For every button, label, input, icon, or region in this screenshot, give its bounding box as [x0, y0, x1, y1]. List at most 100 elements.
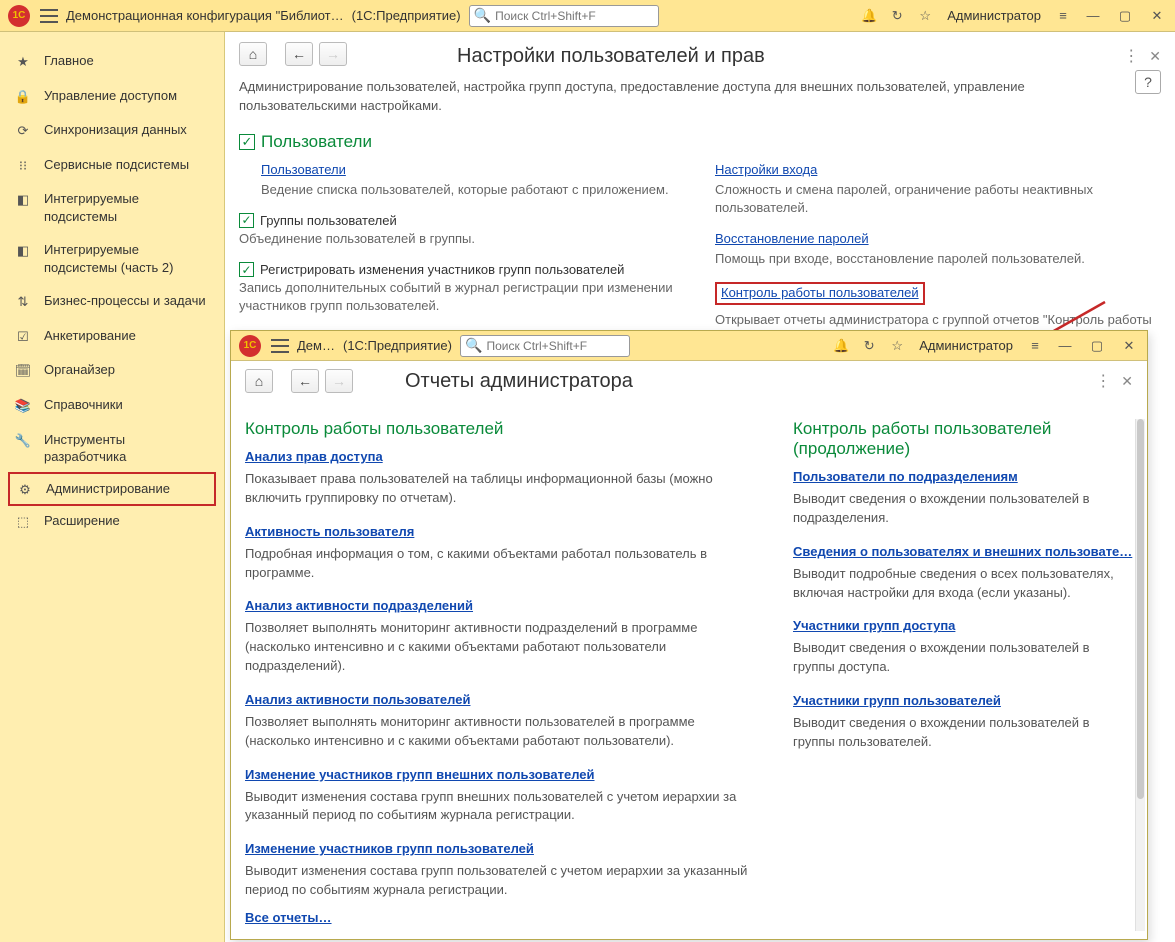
sidebar-item-label: Справочники — [44, 396, 123, 414]
report-link-right-2[interactable]: Участники групп доступа — [793, 618, 955, 633]
sidebar-item-label: Инструменты разработчика — [44, 431, 210, 466]
inner-search-input[interactable] — [484, 338, 625, 354]
inner-forward-button[interactable]: → — [325, 369, 353, 393]
close-button[interactable]: ✕ — [1145, 8, 1169, 24]
collapse-checkbox-icon[interactable]: ✓ — [239, 134, 255, 150]
inner-window: Дем… (1С:Предприятие) 🔍 🔔 ↻ ☆ Администра… — [230, 330, 1148, 940]
sidebar-item-label: Главное — [44, 52, 94, 70]
inner-scroll-thumb[interactable] — [1137, 419, 1144, 799]
inner-app-title: Дем… — [297, 338, 335, 353]
report-link-left-4[interactable]: Изменение участников групп внешних польз… — [245, 767, 595, 782]
report-link-left-3[interactable]: Анализ активности пользователей — [245, 692, 470, 707]
inner-history-icon[interactable]: ↻ — [859, 338, 879, 354]
users-link[interactable]: Пользователи — [261, 162, 346, 177]
sidebar-item-6[interactable]: ⇅Бизнес-процессы и задачи — [0, 284, 224, 319]
inner-platform-label: (1С:Предприятие) — [343, 338, 452, 353]
sidebar-item-icon: ◧ — [14, 191, 32, 209]
inner-back-button[interactable]: ← — [291, 369, 319, 393]
inner-page-close-icon[interactable]: ✕ — [1121, 373, 1133, 390]
help-button[interactable]: ? — [1135, 70, 1161, 94]
inner-filter-icon[interactable]: ≡ — [1025, 338, 1045, 353]
sidebar-item-2[interactable]: ⟳Синхронизация данных — [0, 113, 224, 148]
register-checkbox[interactable]: ✓ — [239, 262, 254, 277]
report-desc-left-1: Подробная информация о том, с какими объ… — [245, 545, 759, 583]
inner-home-button[interactable]: ⌂ — [245, 369, 273, 393]
inner-left-column: Контроль работы пользователей Анализ пра… — [245, 401, 759, 916]
login-settings-link[interactable]: Настройки входа — [715, 162, 817, 177]
report-link-left-2[interactable]: Анализ активности подразделений — [245, 598, 473, 613]
inner-minimize-button[interactable]: — — [1053, 338, 1077, 353]
forward-button[interactable]: → — [319, 42, 347, 66]
user-label[interactable]: Администратор — [947, 8, 1041, 23]
inner-more-icon[interactable]: ⋮ — [1095, 371, 1111, 391]
hamburger-icon[interactable] — [40, 9, 58, 23]
sidebar-item-8[interactable]: 🗓Органайзер — [0, 353, 224, 388]
content-area: ⌂ ← → Настройки пользователей и прав ⋮ ✕… — [225, 32, 1175, 942]
sidebar-item-10[interactable]: 🔧 Инструменты разработчика — [0, 423, 224, 474]
sidebar-item-icon: ◧ — [14, 242, 32, 260]
report-link-right-3[interactable]: Участники групп пользователей — [793, 693, 1001, 708]
home-button[interactable]: ⌂ — [239, 42, 267, 66]
report-link-left-1[interactable]: Активность пользователя — [245, 524, 414, 539]
page-subtitle: Администрирование пользователей, настрой… — [239, 78, 1121, 116]
sidebar-item-icon: 🔒 — [14, 88, 32, 106]
inner-star-icon[interactable]: ☆ — [887, 338, 907, 354]
sidebar-item-label: Интегрируемые подсистемы — [44, 190, 210, 225]
sidebar-item-0[interactable]: ★Главное — [0, 44, 224, 79]
password-recovery-link[interactable]: Восстановление паролей — [715, 231, 869, 246]
sidebar-item-7[interactable]: ☑Анкетирование — [0, 319, 224, 354]
report-link-right-1[interactable]: Сведения о пользователях и внешних польз… — [793, 544, 1132, 559]
inner-topbar: Дем… (1С:Предприятие) 🔍 🔔 ↻ ☆ Администра… — [231, 331, 1147, 361]
sidebar-item-12[interactable]: ⬚Расширение — [0, 504, 224, 539]
filter-icon[interactable]: ≡ — [1053, 8, 1073, 23]
inner-maximize-button[interactable]: ▢ — [1085, 338, 1109, 354]
page-close-icon[interactable]: ✕ — [1149, 48, 1161, 65]
report-desc-left-5: Выводит изменения состава групп пользова… — [245, 862, 759, 900]
star-icon[interactable]: ☆ — [915, 8, 935, 24]
highlighted-link-frame: Контроль работы пользователей — [715, 282, 925, 305]
report-desc-left-4: Выводит изменения состава групп внешних … — [245, 788, 759, 826]
report-desc-left-0: Показывает права пользователей на таблиц… — [245, 470, 759, 508]
sidebar-item-3[interactable]: ⁝⁝Сервисные подсистемы — [0, 148, 224, 183]
sidebar-item-label: Управление доступом — [44, 87, 177, 105]
more-icon[interactable]: ⋮ — [1123, 46, 1139, 66]
logo-1c-icon — [6, 6, 32, 26]
inner-close-button[interactable]: ✕ — [1117, 338, 1141, 354]
bell-icon[interactable]: 🔔 — [859, 8, 879, 24]
maximize-button[interactable]: ▢ — [1113, 8, 1137, 24]
sidebar-item-icon: ☑ — [14, 328, 32, 346]
history-icon[interactable]: ↻ — [887, 8, 907, 24]
inner-search-icon: 🔍 — [465, 337, 482, 354]
inner-scrollbar[interactable] — [1135, 419, 1145, 931]
minimize-button[interactable]: — — [1081, 8, 1105, 23]
inner-bell-icon[interactable]: 🔔 — [831, 338, 851, 354]
section-header-users[interactable]: ✓ Пользователи — [239, 132, 1161, 152]
inner-hamburger-icon[interactable] — [271, 339, 289, 353]
sidebar-item-icon: ⟳ — [14, 122, 32, 140]
inner-search-box[interactable]: 🔍 — [460, 335, 630, 357]
all-reports-link[interactable]: Все отчеты… — [245, 910, 332, 925]
report-desc-right-3: Выводит сведения о вхождении пользовател… — [793, 714, 1133, 752]
inner-section-right-title: Контроль работы пользователей (продолжен… — [793, 419, 1133, 459]
inner-section-left-title: Контроль работы пользователей — [245, 419, 759, 439]
sidebar-item-5[interactable]: ◧Интегрируемые подсистемы (часть 2) — [0, 233, 224, 284]
sidebar-item-label: Сервисные подсистемы — [44, 156, 189, 174]
inner-page-title: Отчеты администратора — [405, 370, 633, 393]
sidebar-item-1[interactable]: 🔒 Управление доступом — [0, 79, 224, 114]
report-link-left-0[interactable]: Анализ прав доступа — [245, 449, 383, 464]
search-input[interactable] — [493, 8, 654, 24]
platform-label: (1С:Предприятие) — [352, 8, 461, 23]
report-link-right-0[interactable]: Пользователи по подразделениям — [793, 469, 1018, 484]
sidebar-item-4[interactable]: ◧ Интегрируемые подсистемы — [0, 182, 224, 233]
groups-checkbox[interactable]: ✓ — [239, 213, 254, 228]
user-control-link[interactable]: Контроль работы пользователей — [721, 285, 919, 300]
sidebar-item-9[interactable]: 📚 Справочники — [0, 388, 224, 423]
report-link-left-5[interactable]: Изменение участников групп пользователей — [245, 841, 534, 856]
inner-user-label[interactable]: Администратор — [919, 338, 1013, 353]
sidebar-item-icon: 🔧 — [14, 432, 32, 450]
back-button[interactable]: ← — [285, 42, 313, 66]
sidebar-item-icon: ⬚ — [14, 513, 32, 531]
sidebar-item-11[interactable]: ⚙Администрирование — [8, 472, 216, 507]
sidebar-item-icon: 📚 — [14, 397, 32, 415]
search-box[interactable]: 🔍 — [469, 5, 659, 27]
